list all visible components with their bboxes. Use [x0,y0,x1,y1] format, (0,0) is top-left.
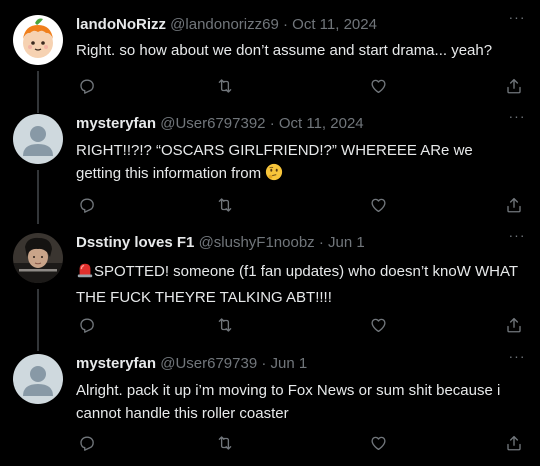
action-bar [76,194,526,216]
avatar[interactable] [13,354,63,404]
avatar[interactable] [13,114,63,164]
tweet-text: Alright. pack it up i’m moving to Fox Ne… [76,379,521,425]
tweet[interactable]: landoNoRizz @landonorizz69 · Oct 11, 202… [0,9,540,113]
tweet-header: mysteryfan @User6797392 · Oct 11, 2024 [76,114,364,134]
reply-button[interactable] [76,194,98,216]
action-bar [76,432,526,454]
reply-icon [80,79,94,94]
user-handle[interactable]: @landonorizz69 [170,16,279,33]
like-button[interactable] [367,194,389,216]
repost-button[interactable] [214,314,236,336]
more-options-button[interactable]: ··· [503,108,531,128]
tweet-date[interactable]: Oct 11, 2024 [279,115,364,132]
share-icon [507,197,521,213]
tweet-text: Right. so how about we don’t assume and … [76,39,521,62]
heart-icon [370,318,386,333]
tweet[interactable]: Dsstiny loves F1 @slushyF1noobz · Jun 1 … [0,227,540,351]
display-name[interactable]: landoNoRizz [76,16,166,33]
reply-button[interactable] [76,432,98,454]
default-profile-avatar-icon [13,354,63,404]
separator: · [318,234,324,251]
display-name[interactable]: mysteryfan [76,355,156,372]
repost-button[interactable] [214,75,236,97]
repost-icon [218,318,232,332]
reply-button[interactable] [76,314,98,336]
share-icon [507,435,521,451]
default-profile-avatar-icon [13,114,63,164]
repost-button[interactable] [214,194,236,216]
repost-icon [218,79,232,93]
tweet-text-content: Alright. pack it up i’m moving to Fox Ne… [76,382,501,422]
more-options-button[interactable]: ··· [503,227,531,247]
thread-connector [37,71,39,113]
tweet-header: landoNoRizz @landonorizz69 · Oct 11, 202… [76,15,377,35]
action-bar [76,75,526,97]
user-handle[interactable]: @User679739 [160,355,257,372]
share-icon [507,78,521,94]
more-options-button[interactable]: ··· [503,348,531,368]
reply-thread: landoNoRizz @landonorizz69 · Oct 11, 202… [0,0,540,466]
repost-icon [218,436,232,450]
reply-icon [80,198,94,213]
heart-icon [370,198,386,213]
share-button[interactable] [503,314,525,336]
more-options-button[interactable]: ··· [503,9,531,29]
tweet-date[interactable]: Jun 1 [328,234,365,251]
photo-avatar-icon [13,233,63,283]
share-button[interactable] [503,432,525,454]
rotating-light-icon [76,261,94,286]
tweet-header: Dsstiny loves F1 @slushyF1noobz · Jun 1 [76,233,365,253]
tweet-text-content: Right. so how about we don’t assume and … [76,42,493,59]
tweet-header: mysteryfan @User679739 · Jun 1 [76,354,307,374]
thinking-face-icon [265,163,283,188]
heart-icon [370,436,386,451]
like-button[interactable] [367,314,389,336]
tweet-date[interactable]: Jun 1 [271,355,308,372]
separator: · [269,115,275,132]
display-name[interactable]: Dsstiny loves F1 [76,234,194,251]
tweet[interactable]: mysteryfan @User679739 · Jun 1 ··· Alrig… [0,348,540,459]
tweet-text: SPOTTED! someone (f1 fan updates) who do… [76,260,521,309]
separator: · [261,355,267,372]
share-button[interactable] [503,75,525,97]
tweet-date[interactable]: Oct 11, 2024 [292,16,377,33]
action-bar [76,314,526,336]
separator: · [282,16,288,33]
display-name[interactable]: mysteryfan [76,115,156,132]
repost-icon [218,198,232,212]
tweet-text: RIGHT!!?!? “OSCARS GIRLFRIEND!?” WHEREEE… [76,139,521,188]
user-handle[interactable]: @slushyF1noobz [199,234,315,251]
avatar[interactable] [13,15,63,65]
like-button[interactable] [367,432,389,454]
avatar[interactable] [13,233,63,283]
tweet[interactable]: mysteryfan @User6797392 · Oct 11, 2024 ·… [0,108,540,224]
reply-icon [80,318,94,333]
tweet-text-content: SPOTTED! someone (f1 fan updates) who do… [76,263,518,306]
heart-icon [370,79,386,94]
share-icon [507,317,521,333]
orange-cartoon-avatar-icon [13,15,63,65]
user-handle[interactable]: @User6797392 [160,115,265,132]
thread-connector [37,170,39,224]
like-button[interactable] [367,75,389,97]
reply-icon [80,436,94,451]
thread-connector [37,289,39,351]
reply-button[interactable] [76,75,98,97]
repost-button[interactable] [214,432,236,454]
share-button[interactable] [503,194,525,216]
